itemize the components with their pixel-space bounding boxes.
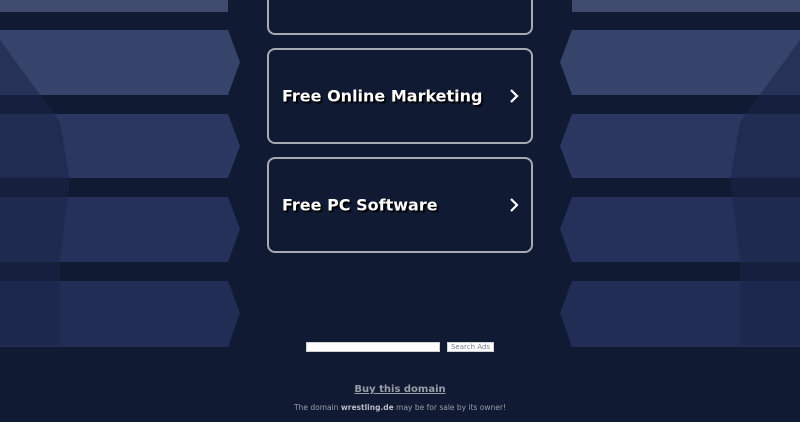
footer-prefix: The domain	[294, 403, 341, 412]
buy-domain-link[interactable]: Buy this domain	[0, 384, 800, 395]
link-box-free-online-marketing[interactable]: Free Online Marketing	[267, 48, 533, 144]
right-stripe-2	[560, 30, 800, 95]
footer-domain: wrestling.de	[340, 403, 394, 412]
chevron-right-icon	[510, 198, 519, 212]
link-box-1[interactable]	[267, 0, 533, 35]
right-stripe-1	[572, 0, 800, 12]
link-label: Free PC Software	[282, 195, 438, 215]
search-input[interactable]	[306, 342, 440, 352]
left-stripe-1	[0, 0, 228, 12]
footer-suffix: may be for sale by its owner!	[393, 403, 506, 412]
link-box-free-pc-software[interactable]: Free PC Software	[267, 157, 533, 253]
chevron-right-icon	[510, 89, 519, 103]
footer-text: The domain wrestling.de may be for sale …	[0, 403, 800, 412]
search-ads-button[interactable]: Search Ads	[447, 342, 494, 352]
link-label: Free Online Marketing	[282, 86, 483, 106]
page: Free Online Marketing Free PC Software S…	[0, 0, 800, 422]
left-stripe-2	[0, 30, 240, 95]
